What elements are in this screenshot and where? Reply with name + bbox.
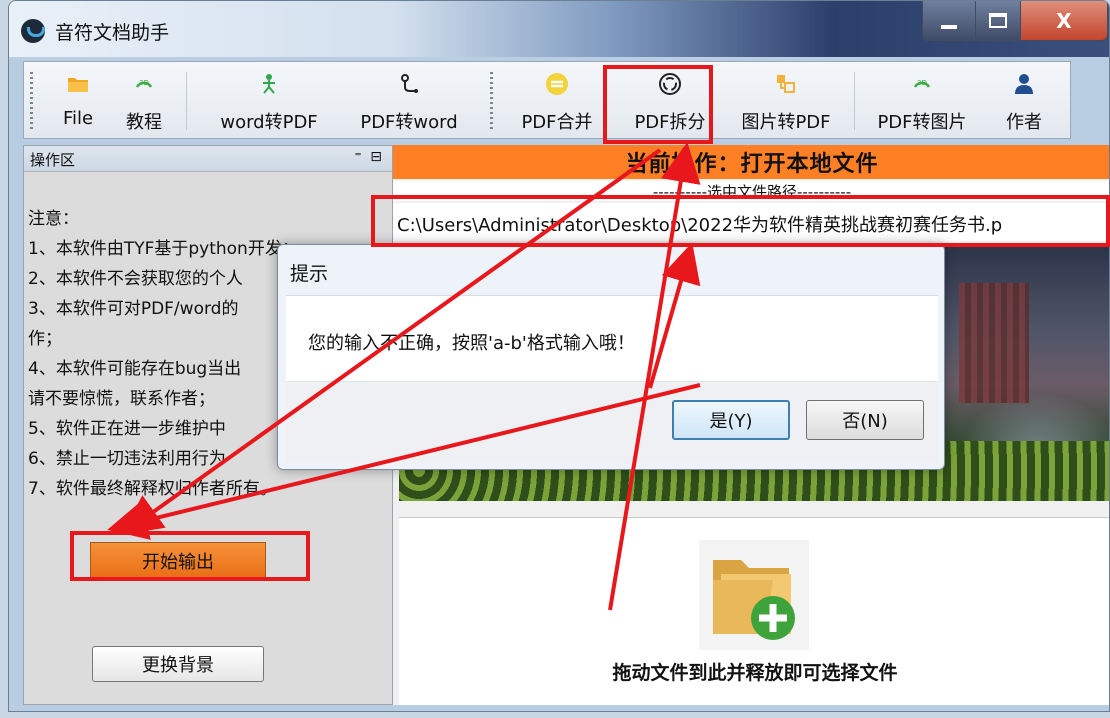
add-folder-icon (699, 540, 809, 650)
toolbar-label: 作者 (1006, 112, 1042, 133)
toolbar-separator (186, 72, 187, 130)
toolbar-word-to-pdf-button[interactable]: word转PDF (194, 66, 344, 136)
note-line: 7、软件最终解释权归作者所有。 (28, 479, 277, 499)
toolbar-label: 教程 (126, 112, 162, 133)
dialog-title: 提示 (290, 263, 329, 285)
toolbar-pdf-split-button[interactable]: PDF拆分 (618, 66, 722, 136)
file-drop-zone[interactable]: 拖动文件到此并释放即可选择文件 (399, 517, 1109, 705)
toolbar-label: word转PDF (220, 112, 318, 133)
dialog-body: 您的输入不正确，按照'a-b'格式输入哦！ (286, 295, 938, 381)
toolbar-label: PDF转图片 (877, 112, 967, 133)
toolbar-image-to-pdf-button[interactable]: 图片转PDF (728, 66, 844, 136)
dialog-no-button[interactable]: 否(N) (806, 400, 924, 440)
toolbar-separator (854, 72, 855, 130)
panel-title: 操作区 (30, 151, 76, 169)
toolbar-author-button[interactable]: 作者 (994, 66, 1054, 136)
operation-panel-header: 操作区 ⁼ ⊟ (24, 146, 392, 172)
image-icon: 3D (910, 72, 934, 96)
merge-icon (545, 72, 569, 96)
folder-icon (66, 72, 90, 96)
start-output-button[interactable]: 开始输出 (90, 542, 266, 580)
close-button[interactable]: X (1020, 1, 1108, 41)
image-icon (774, 72, 798, 96)
toolbar-label: PDF合并 (521, 112, 593, 133)
toolbar-grip[interactable] (30, 72, 33, 130)
toolbar: File 3D 教程 word转PDF PDF转word PDF合并 PDF拆分… (23, 61, 1071, 139)
toolbar-grip[interactable] (490, 72, 493, 130)
svg-text:3D: 3D (917, 79, 927, 87)
toolbar-label: PDF转word (360, 112, 458, 133)
convert-icon (257, 72, 281, 96)
toolbar-tutorial-button[interactable]: 3D 教程 (112, 66, 176, 136)
dialog-yes-button[interactable]: 是(Y) (672, 400, 790, 440)
note-line: 注意： (28, 209, 79, 229)
help-icon: 3D (132, 72, 156, 96)
file-path-value: C:\Users\Administrator\Desktop\2022华为软件精… (393, 203, 1109, 241)
minimize-icon (941, 24, 957, 29)
maximize-button[interactable] (975, 1, 1021, 41)
link-icon (397, 72, 421, 96)
toolbar-label: PDF拆分 (634, 112, 706, 133)
change-background-button[interactable]: 更换背景 (92, 646, 264, 682)
window-title: 音符文档助手 (55, 22, 170, 44)
minimize-button[interactable] (922, 1, 976, 41)
prompt-dialog: 提示 您的输入不正确，按照'a-b'格式输入哦！ 是(Y) 否(N) (277, 244, 945, 470)
toolbar-label: 图片转PDF (741, 112, 831, 133)
split-icon (658, 72, 682, 96)
background-building (959, 283, 1029, 403)
maximize-icon (989, 13, 1007, 28)
user-icon (1012, 72, 1036, 96)
svg-text:3D: 3D (139, 79, 149, 87)
close-icon: X (1056, 8, 1072, 33)
file-path-header: ----------选中文件路径---------- (393, 181, 1109, 201)
toolbar-pdf-merge-button[interactable]: PDF合并 (508, 66, 606, 136)
toolbar-pdf-to-word-button[interactable]: PDF转word (346, 66, 472, 136)
current-operation-banner: 当前操作：打开本地文件 (393, 145, 1109, 179)
app-logo-icon (21, 19, 45, 43)
drop-zone-hint: 拖动文件到此并释放即可选择文件 (612, 662, 898, 684)
dialog-message: 您的输入不正确，按照'a-b'格式输入哦！ (308, 333, 635, 354)
dialog-footer: 是(Y) 否(N) (286, 381, 938, 463)
toolbar-pdf-to-image-button[interactable]: 3D PDF转图片 (864, 66, 980, 136)
panel-dock-buttons[interactable]: ⁼ ⊟ (354, 149, 384, 165)
toolbar-file-button[interactable]: File (48, 66, 108, 136)
title-bar: 音符文档助手 X (9, 1, 1109, 57)
toolbar-label: File (62, 108, 94, 129)
